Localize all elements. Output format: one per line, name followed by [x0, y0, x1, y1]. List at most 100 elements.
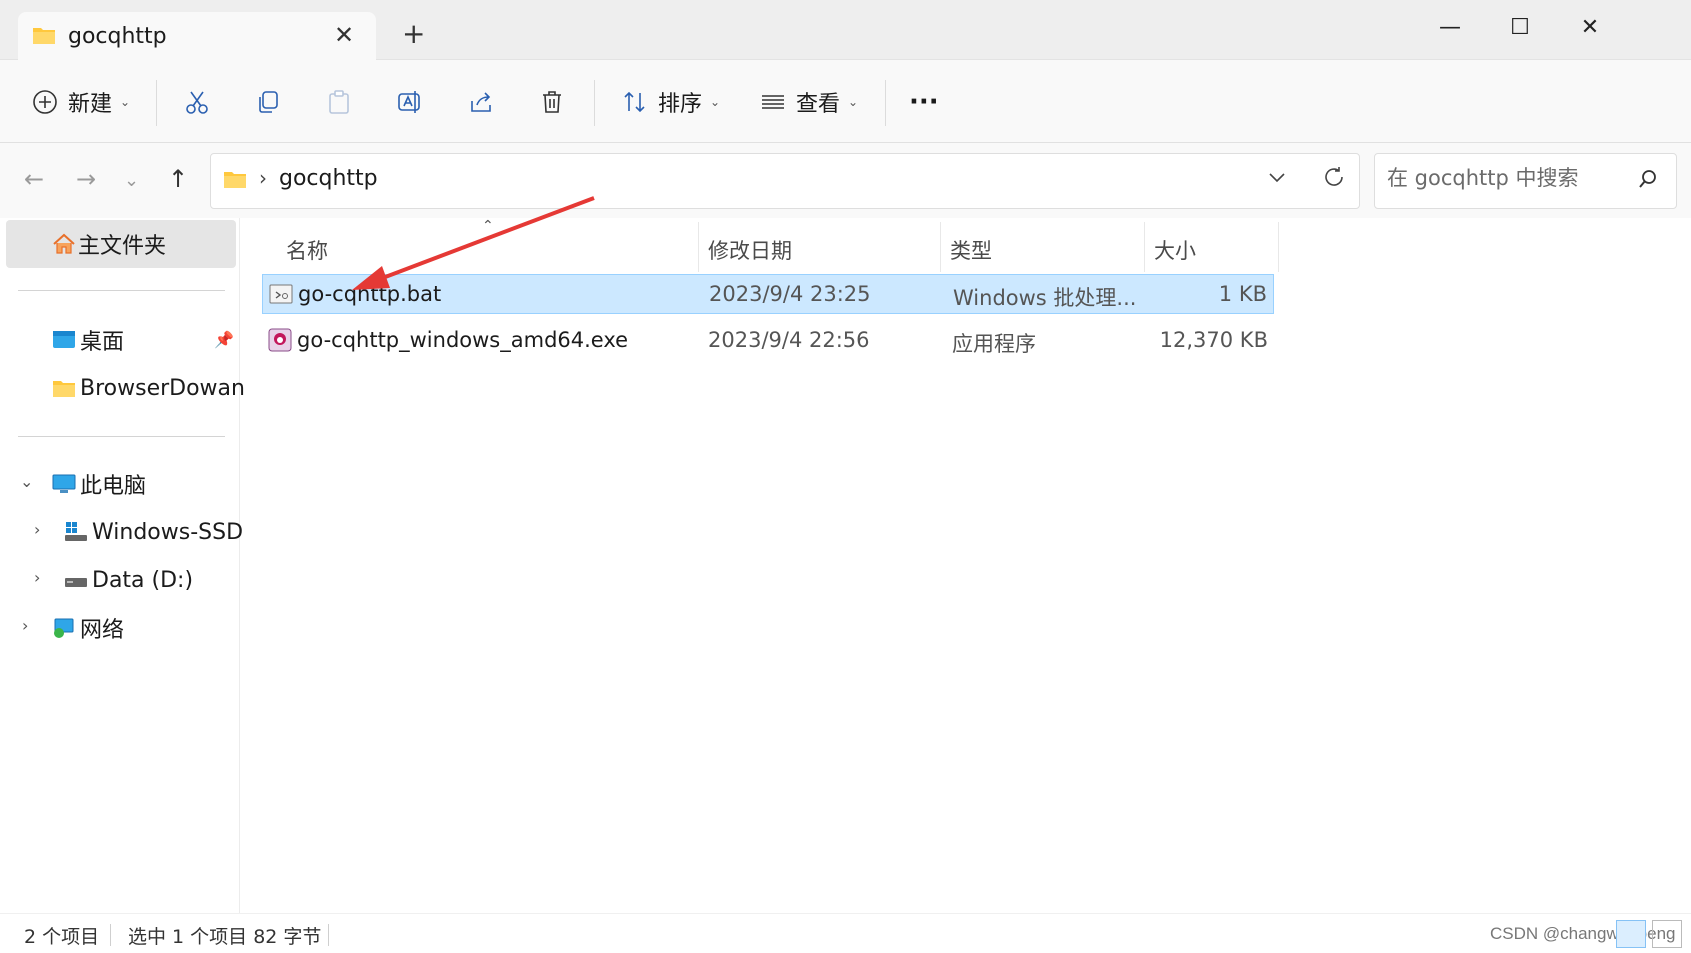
folder-icon — [223, 169, 247, 189]
new-tab-button[interactable]: + — [402, 20, 425, 48]
tab-close-icon[interactable]: ✕ — [334, 21, 354, 49]
column-header-date[interactable]: 修改日期 — [708, 226, 792, 274]
file-name[interactable]: go-cqhttp.bat — [298, 282, 441, 306]
minimize-button[interactable]: — — [1420, 10, 1480, 46]
sort-button[interactable]: 排序 ⌄ — [622, 82, 720, 122]
sort-button-label: 排序 — [658, 92, 703, 117]
folder-icon — [52, 378, 76, 398]
desktop-icon — [52, 329, 76, 351]
search-icon[interactable] — [1637, 168, 1659, 190]
chevron-down-icon: ⌄ — [848, 95, 859, 109]
clipboard-icon — [326, 89, 352, 115]
toolbar-divider — [156, 80, 157, 126]
view-lines-icon — [760, 89, 786, 115]
file-size: 12,370 KB — [1159, 328, 1268, 352]
forward-arrow-icon[interactable]: → — [76, 165, 96, 193]
file-date: 2023/9/4 22:56 — [708, 328, 870, 352]
sidebar-divider — [18, 436, 225, 437]
sidebar-item-windows-ssd[interactable]: Windows-SSD — [0, 512, 243, 552]
drive-icon — [64, 569, 88, 591]
item-count: 2 个项目 — [24, 926, 100, 948]
batch-file-icon — [269, 283, 293, 305]
sort-indicator-icon: ⌃ — [482, 218, 494, 234]
column-header-type[interactable]: 类型 — [950, 226, 992, 274]
toolbar-divider — [594, 80, 595, 126]
paste-button[interactable] — [326, 82, 352, 122]
sidebar-item-label: BrowserDowan — [80, 375, 245, 401]
sidebar-divider — [18, 290, 225, 291]
column-header-size[interactable]: 大小 — [1154, 226, 1196, 274]
sidebar-item-browserdowan[interactable]: BrowserDowan — [0, 368, 245, 408]
chevron-down-icon[interactable] — [1266, 166, 1288, 188]
copy-button[interactable] — [255, 82, 281, 122]
sidebar-item-label: 网络 — [80, 618, 125, 643]
sidebar-item-label: Data (D:) — [92, 567, 194, 593]
sidebar-item-data-d[interactable]: Data (D:) — [0, 560, 193, 600]
chevron-down-icon: ⌄ — [710, 95, 721, 109]
view-button[interactable]: 查看 ⌄ — [760, 82, 858, 122]
back-arrow-icon[interactable]: ← — [24, 165, 44, 193]
column-divider — [1278, 222, 1279, 272]
copy-icon — [255, 89, 281, 115]
watermark: CSDN @changwenpeng — [1490, 924, 1676, 943]
sidebar-item-home[interactable]: 主文件夹 — [6, 220, 236, 268]
toolbar-divider — [885, 80, 886, 126]
file-type: Windows 批处理... — [953, 286, 1137, 310]
column-divider — [698, 222, 699, 272]
sidebar-item-label: 此电脑 — [80, 474, 147, 499]
scissors-icon — [184, 89, 210, 115]
sort-arrows-icon — [622, 89, 648, 115]
table-row[interactable]: go-cqhttp.bat 2023/9/4 23:25 Windows 批处理… — [262, 274, 1274, 314]
file-size: 1 KB — [1218, 282, 1267, 306]
sidebar-item-label: 主文件夹 — [78, 234, 167, 259]
home-icon — [52, 232, 76, 256]
search-input[interactable] — [1387, 166, 1627, 190]
computer-icon — [52, 473, 76, 495]
chevron-down-icon: ⌄ — [120, 95, 131, 109]
share-icon — [468, 89, 494, 115]
column-divider — [940, 222, 941, 272]
breadcrumb-gocqhttp[interactable]: gocqhttp — [279, 166, 378, 191]
column-divider — [1144, 222, 1145, 272]
plus-circle-icon — [32, 89, 58, 115]
close-button[interactable]: ✕ — [1560, 10, 1620, 46]
sidebar-item-this-pc[interactable]: 此电脑 — [0, 464, 146, 504]
up-arrow-icon[interactable]: ↑ — [168, 165, 188, 193]
more-options-button[interactable]: ··· — [909, 82, 939, 122]
network-icon — [52, 617, 76, 639]
navigation-pane: 主文件夹 桌面 📌 BrowserDowan ⌄ 此电脑 › Windows-S… — [0, 218, 245, 913]
file-name[interactable]: go-cqhttp_windows_amd64.exe — [297, 328, 628, 352]
status-divider — [328, 924, 329, 946]
drive-icon — [64, 521, 88, 543]
sidebar-item-network[interactable]: 网络 — [0, 608, 124, 648]
table-row[interactable]: go-cqhttp_windows_amd64.exe 2023/9/4 22:… — [262, 320, 1274, 360]
file-type: 应用程序 — [952, 332, 1036, 356]
maximize-button[interactable]: ☐ — [1490, 10, 1550, 46]
title-bar: gocqhttp ✕ + — ☐ ✕ — [0, 0, 1691, 60]
search-box[interactable] — [1374, 153, 1677, 209]
details-view-toggle[interactable] — [1616, 920, 1646, 948]
recent-chevron-icon[interactable]: ⌄ — [124, 170, 139, 191]
sidebar-item-label: Windows-SSD — [92, 519, 244, 545]
folder-icon — [32, 25, 56, 45]
status-divider — [110, 924, 111, 946]
tiles-view-toggle[interactable] — [1652, 920, 1682, 948]
delete-button[interactable] — [539, 82, 565, 122]
address-bar[interactable]: › gocqhttp — [210, 153, 1360, 209]
sidebar-item-label: 桌面 — [80, 330, 125, 355]
cut-button[interactable] — [184, 82, 210, 122]
column-header-name[interactable]: 名称 — [286, 226, 328, 274]
new-button-label: 新建 — [68, 92, 113, 117]
refresh-icon[interactable] — [1321, 164, 1347, 190]
status-bar: 2 个项目 选中 1 个项目 82 字节 CSDN @changwenpeng — [0, 913, 1691, 953]
pin-icon[interactable]: 📌 — [214, 330, 234, 349]
exe-file-icon — [268, 328, 292, 352]
new-button[interactable]: 新建 ⌄ — [32, 82, 130, 122]
rename-icon — [397, 89, 423, 115]
sidebar-item-desktop[interactable]: 桌面 — [0, 320, 124, 360]
file-date: 2023/9/4 23:25 — [709, 282, 871, 306]
rename-button[interactable] — [397, 82, 423, 122]
tab-gocqhttp[interactable]: gocqhttp ✕ — [18, 12, 376, 60]
share-button[interactable] — [468, 82, 494, 122]
breadcrumb-separator: › — [259, 166, 267, 190]
